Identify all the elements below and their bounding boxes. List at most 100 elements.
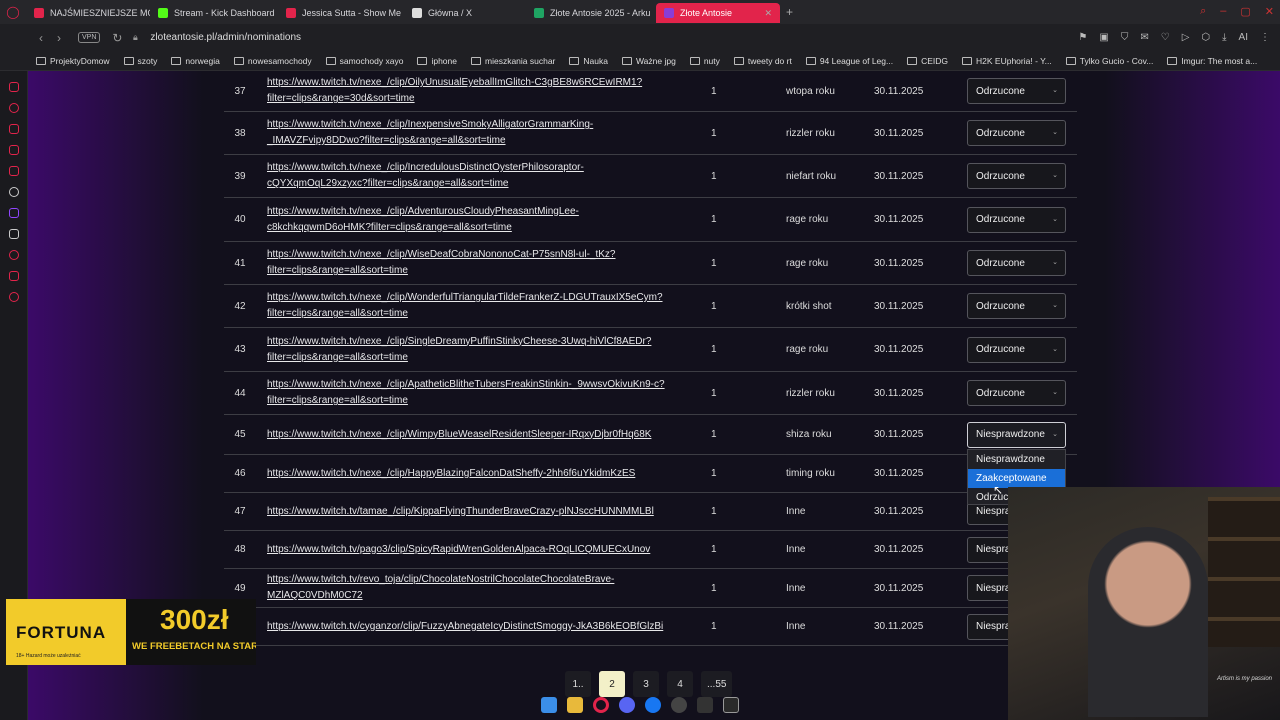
tab-2[interactable]: Stream - Kick Dashboard: [150, 3, 278, 23]
tab-5[interactable]: Złote Antosie 2025 - Arku: [526, 3, 656, 23]
clip-link-line1[interactable]: https://www.twitch.tv/revo_toja/clip/Cho…: [267, 572, 614, 588]
status-select[interactable]: Odrzucone ⌄: [967, 120, 1066, 146]
clip-link-line1[interactable]: https://www.twitch.tv/nexe_/clip/WiseDea…: [267, 247, 616, 263]
messenger-icon[interactable]: [8, 82, 19, 92]
tab-6[interactable]: Złote Antosie ✕: [656, 3, 780, 23]
wallet-icon[interactable]: [8, 145, 19, 155]
search-tabs-icon[interactable]: ⌕: [1200, 5, 1206, 18]
clip-link[interactable]: https://www.twitch.tv/nexe_/clip/WiseDea…: [267, 247, 616, 279]
minimize-icon[interactable]: –: [1220, 5, 1226, 18]
bookmark-item[interactable]: 94 League of Leg...: [805, 56, 893, 66]
tab-1[interactable]: NAJŚMIESZNIEJSZE MOM: [26, 3, 150, 23]
status-select[interactable]: Odrzucone ⌄: [967, 336, 1066, 363]
new-tab-icon[interactable]: +: [786, 5, 793, 19]
chatgpt-icon[interactable]: [8, 187, 19, 197]
browser-logo-icon[interactable]: ◯: [0, 5, 26, 19]
bookmark-item[interactable]: tweety do rt: [733, 56, 792, 66]
bookmark-icon[interactable]: ⚑: [1078, 32, 1087, 43]
clip-link-line2[interactable]: filter=clips&range=all&sort=time: [267, 263, 616, 279]
bookmark-item[interactable]: ProjektyDomow: [36, 56, 110, 66]
bookmark-item[interactable]: nuty: [689, 56, 720, 66]
epic-icon[interactable]: [723, 697, 739, 713]
discord-icon[interactable]: [619, 697, 635, 713]
clip-link[interactable]: https://www.twitch.tv/nexe_/clip/WimpyBl…: [267, 427, 651, 443]
clip-link[interactable]: https://www.twitch.tv/nexe_/clip/Adventu…: [267, 204, 579, 236]
bookmark-item[interactable]: mieszkania suchar: [471, 56, 555, 66]
clip-link[interactable]: https://www.twitch.tv/nexe_/clip/Incredu…: [267, 160, 584, 192]
clip-link-line1[interactable]: https://www.twitch.tv/nexe_/clip/SingleD…: [267, 334, 651, 350]
bookmark-item[interactable]: norwegia: [171, 56, 220, 66]
clip-link-line1[interactable]: https://www.twitch.tv/nexe_/clip/Apathet…: [267, 377, 665, 393]
pin-icon[interactable]: [8, 271, 19, 281]
clip-link[interactable]: https://www.twitch.tv/cyganzor/clip/Fuzz…: [267, 619, 663, 635]
download-icon[interactable]: ⤓: [1222, 32, 1226, 43]
close-tab-icon[interactable]: ✕: [764, 8, 772, 19]
file-explorer-icon[interactable]: [567, 697, 583, 713]
settings-icon[interactable]: [8, 292, 19, 302]
status-select[interactable]: Odrzucone ⌄: [967, 293, 1066, 319]
clip-link[interactable]: https://www.twitch.tv/nexe_/clip/Wonderf…: [267, 290, 663, 322]
facebook-icon[interactable]: [645, 697, 661, 713]
player-icon[interactable]: [8, 124, 19, 134]
status-select[interactable]: Odrzucone ⌄: [967, 78, 1066, 104]
clip-link-line1[interactable]: https://www.twitch.tv/tamae_/clip/KippaF…: [267, 504, 654, 520]
clip-link[interactable]: https://www.twitch.tv/nexe_/clip/Inexpen…: [267, 117, 593, 149]
dropdown-option[interactable]: Niesprawdzone: [968, 450, 1065, 469]
bookmark-item[interactable]: Tylko Gucio - Cov...: [1065, 56, 1153, 66]
status-select[interactable]: Niesprawdzone ⌄: [967, 421, 1066, 448]
bookmark-item[interactable]: CEIDG: [907, 56, 948, 66]
play-icon[interactable]: ▷: [1182, 32, 1190, 43]
status-select[interactable]: Odrzucone ⌄: [967, 163, 1066, 189]
bookmark-item[interactable]: Imgur: The most a...: [1167, 56, 1257, 66]
clip-link[interactable]: https://www.twitch.tv/pago3/clip/SpicyRa…: [267, 542, 650, 558]
clip-link[interactable]: https://www.twitch.tv/nexe_/clip/OilyUnu…: [267, 75, 642, 107]
bookmark-item[interactable]: samochody xayo: [325, 56, 403, 66]
status-select[interactable]: Odrzucone ⌄: [967, 206, 1066, 233]
clip-link-line1[interactable]: https://www.twitch.tv/nexe_/clip/HappyBl…: [267, 466, 635, 482]
close-window-icon[interactable]: ✕: [1265, 5, 1274, 18]
opera-icon[interactable]: [593, 697, 609, 713]
status-select[interactable]: Odrzucone ⌄: [967, 380, 1066, 406]
twitch-icon[interactable]: [8, 208, 19, 218]
bookmark-item[interactable]: szoty: [123, 56, 157, 66]
clip-link-line2[interactable]: filter=clips&range=all&sort=time: [267, 393, 665, 409]
clip-link-line1[interactable]: https://www.twitch.tv/nexe_/clip/OilyUnu…: [267, 75, 642, 91]
clip-link-line1[interactable]: https://www.twitch.tv/cyganzor/clip/Fuzz…: [267, 619, 663, 635]
screenshot-icon[interactable]: ▣: [1099, 32, 1108, 43]
status-select[interactable]: Odrzucone ⌄: [967, 250, 1066, 276]
clip-link-line2[interactable]: MZlAQC0VDhM0C72: [267, 588, 614, 604]
clip-link-line1[interactable]: https://www.twitch.tv/nexe_/clip/Incredu…: [267, 160, 584, 176]
bookmark-item[interactable]: Nauka: [569, 56, 608, 66]
obs-icon[interactable]: [671, 697, 687, 713]
menu-icon[interactable]: ⋮: [1260, 32, 1270, 43]
tab-4[interactable]: Główna / X: [404, 3, 526, 23]
clip-link-line2[interactable]: c8kchkqqwmD6oHMK?filter=clips&range=all&…: [267, 220, 579, 236]
clip-link-line2[interactable]: filter=clips&range=all&sort=time: [267, 350, 651, 366]
windows-start-icon[interactable]: [541, 697, 557, 713]
bookmark-item[interactable]: nowesamochody: [233, 56, 312, 66]
clip-link-line2[interactable]: _IMAVZFvipy8DDwo?filter=clips&range=all&…: [267, 133, 593, 149]
clip-link-line1[interactable]: https://www.twitch.tv/nexe_/clip/Adventu…: [267, 204, 579, 220]
bookmark-item[interactable]: iphone: [417, 56, 457, 66]
mail-icon[interactable]: ✉: [1140, 32, 1148, 43]
maximize-icon[interactable]: ▢: [1240, 5, 1250, 18]
music-icon[interactable]: [8, 166, 19, 176]
clip-link-line2[interactable]: filter=clips&range=all&sort=time: [267, 306, 663, 322]
shield-icon[interactable]: ⛉: [1121, 32, 1129, 43]
clip-link[interactable]: https://www.twitch.tv/nexe_/clip/HappyBl…: [267, 466, 635, 482]
clip-link[interactable]: https://www.twitch.tv/revo_toja/clip/Cho…: [267, 572, 614, 604]
clip-link-line2[interactable]: filter=clips&range=30d&sort=time: [267, 91, 642, 107]
x-icon[interactable]: [8, 229, 19, 239]
clock-icon[interactable]: [8, 250, 19, 260]
history-icon[interactable]: [8, 103, 19, 113]
forward-icon[interactable]: ›: [50, 31, 68, 45]
clip-link[interactable]: https://www.twitch.tv/nexe_/clip/Apathet…: [267, 377, 665, 409]
clip-link-line2[interactable]: cQYXqmOqL29xzyxc?filter=clips&range=all&…: [267, 176, 584, 192]
heart-icon[interactable]: ♡: [1161, 32, 1170, 43]
clip-link-line1[interactable]: https://www.twitch.tv/nexe_/clip/Wonderf…: [267, 290, 663, 306]
tab-3[interactable]: Jessica Sutta - Show Me: [278, 3, 404, 23]
terminal-icon[interactable]: [697, 697, 713, 713]
clip-link-line1[interactable]: https://www.twitch.tv/pago3/clip/SpicyRa…: [267, 542, 650, 558]
clip-link-line1[interactable]: https://www.twitch.tv/nexe_/clip/WimpyBl…: [267, 427, 651, 443]
dropdown-option[interactable]: Zaakceptowane: [968, 469, 1065, 488]
